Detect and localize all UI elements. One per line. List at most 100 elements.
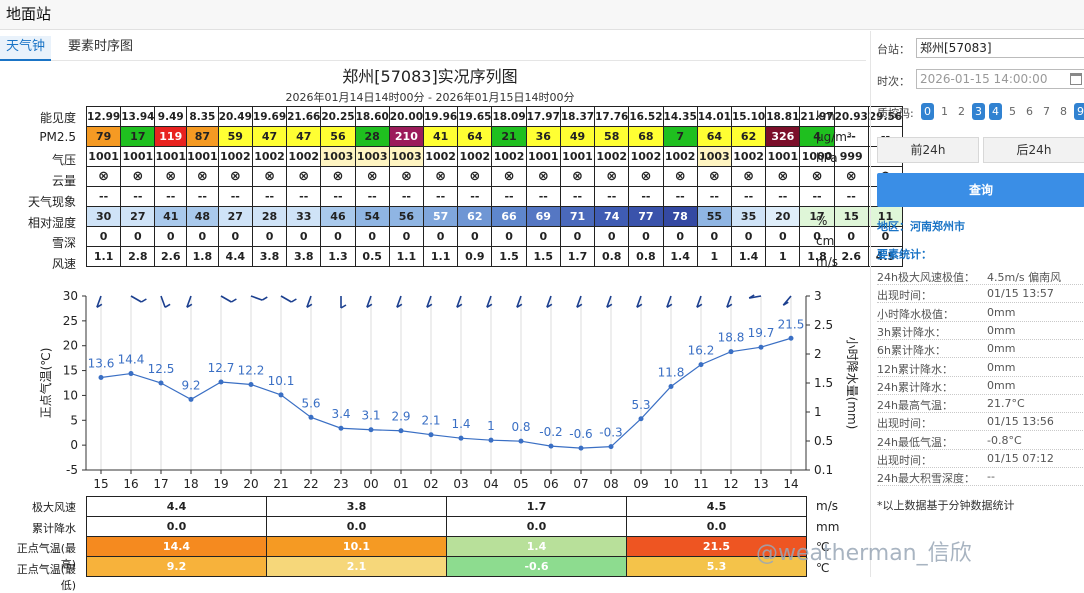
stat-divider bbox=[877, 393, 1083, 395]
stat-value: 0mm bbox=[987, 305, 1016, 319]
qc-code-2[interactable]: 2 bbox=[955, 103, 968, 120]
temperature-point bbox=[248, 381, 254, 387]
table-cell: 4.4 bbox=[217, 246, 253, 267]
temperature-point bbox=[518, 438, 524, 444]
stat-key: 6h累计降水： bbox=[877, 344, 946, 358]
x-tick-label: 16 bbox=[123, 477, 138, 491]
qc-code-5[interactable]: 5 bbox=[1006, 103, 1019, 120]
table-cell: -- bbox=[730, 186, 767, 207]
tab-weather-clock[interactable]: 天气钟 bbox=[0, 36, 52, 61]
qc-code-4[interactable]: 4 bbox=[989, 103, 1002, 120]
table-cell: 0 bbox=[833, 226, 869, 247]
table-cell: 14.4 bbox=[86, 536, 267, 557]
table-cell: -- bbox=[186, 186, 219, 207]
temperature-point bbox=[638, 416, 644, 422]
table-cell: 28 bbox=[251, 206, 288, 227]
table-cell: 1003 bbox=[696, 146, 732, 167]
y2-tick-label: 1 bbox=[814, 405, 822, 419]
temperature-label: 12.7 bbox=[208, 361, 235, 375]
table-cell: 1002 bbox=[217, 146, 253, 167]
table-row: 12.99 13.94 9.49 8.35 20.49 19.69 21.66 20.25 18… bbox=[85, 106, 904, 127]
qc-code-8[interactable]: 8 bbox=[1057, 103, 1070, 120]
x-tick-label: 05 bbox=[513, 477, 528, 491]
x-tick-label: 20 bbox=[243, 477, 258, 491]
table-cell: -- bbox=[120, 186, 156, 207]
qc-code-3[interactable]: 3 bbox=[972, 103, 985, 120]
y-tick-label: -5 bbox=[66, 463, 78, 477]
table-cell: 0 bbox=[662, 226, 698, 247]
temperature-point bbox=[128, 371, 134, 377]
qc-label: 质控码: bbox=[877, 107, 914, 120]
stat-key: 12h累计降水： bbox=[877, 362, 953, 376]
y2-axis-label: 小时降水量(mm) bbox=[845, 337, 859, 430]
table-cell: 1002 bbox=[422, 146, 459, 167]
table-cell: 17.97 bbox=[525, 106, 561, 127]
wind-barb bbox=[250, 295, 263, 301]
time-label: 时次： bbox=[877, 75, 910, 88]
summary-table: 4.4 3.8 1.7 4.5 0.0 0.0 0.0 0.0 14.4 10.1 1.4 21.5 9… bbox=[86, 496, 807, 577]
table-cell: 2.6 bbox=[833, 246, 869, 267]
table-cell: 1.8 bbox=[186, 246, 219, 267]
table-cell: 4.5 bbox=[626, 496, 807, 517]
table-cell: 14.01 bbox=[696, 106, 732, 127]
table-cell: 119 bbox=[154, 126, 188, 147]
table-cell: ⊗ bbox=[186, 166, 219, 187]
table-cell: 13.94 bbox=[120, 106, 156, 127]
table-cell: 48 bbox=[186, 206, 219, 227]
qc-code-7[interactable]: 7 bbox=[1040, 103, 1053, 120]
x-tick-label: 01 bbox=[393, 477, 408, 491]
stat-value: 0mm bbox=[987, 342, 1016, 356]
y-tick-label: 25 bbox=[63, 314, 78, 328]
query-button[interactable]: 查询 bbox=[877, 173, 1084, 207]
stat-divider bbox=[877, 284, 1083, 285]
qc-code-9[interactable]: 9 bbox=[1074, 103, 1084, 120]
tab-element-timeseries[interactable]: 要素时序图 bbox=[62, 36, 139, 61]
qc-code-6[interactable]: 6 bbox=[1023, 103, 1036, 120]
qc-code-1[interactable]: 1 bbox=[938, 103, 951, 120]
x-tick-label: 18 bbox=[183, 477, 198, 491]
table-cell: 0 bbox=[388, 226, 425, 247]
temperature-label: 21.5 bbox=[778, 317, 805, 331]
table-cell: 0.0 bbox=[266, 516, 447, 537]
time-field[interactable]: 2026-01-15 14:00:00 bbox=[916, 69, 1084, 89]
temperature-label: 3.1 bbox=[361, 409, 380, 423]
summary-grid: 4.4 3.8 1.7 4.5 0.0 0.0 0.0 0.0 14.4 10.1 1.4 21.5 9… bbox=[86, 496, 807, 577]
prev-24h-button[interactable]: 前24h bbox=[877, 137, 979, 163]
table-cell: 1001 bbox=[154, 146, 188, 167]
stat-divider bbox=[877, 338, 1083, 340]
table-cell: 1.4 bbox=[446, 536, 627, 557]
calendar-icon[interactable] bbox=[1070, 73, 1082, 85]
stat-value: 4.5m/s 偏南风 bbox=[987, 271, 1062, 284]
stat-key: 24h最低气温： bbox=[877, 435, 953, 449]
table-cell: 9.2 bbox=[86, 556, 267, 577]
table-cell: 3.8 bbox=[251, 246, 288, 267]
qc-code-0[interactable]: 0 bbox=[921, 103, 934, 120]
temperature-point bbox=[278, 392, 284, 398]
table-cell: 1001 bbox=[120, 146, 156, 167]
temperature-label: -0.2 bbox=[539, 425, 562, 439]
table-cell: 2.8 bbox=[120, 246, 156, 267]
stat-divider bbox=[877, 485, 1083, 487]
table-cell: 1002 bbox=[628, 146, 664, 167]
x-tick-label: 09 bbox=[633, 477, 648, 491]
table-cell: 56 bbox=[388, 206, 425, 227]
temperature-label: 0.8 bbox=[511, 420, 530, 434]
next-24h-button[interactable]: 后24h bbox=[983, 137, 1084, 163]
table-cell: 58 bbox=[594, 126, 630, 147]
table-cell: 1.1 bbox=[85, 246, 122, 267]
table-cell: 1.7 bbox=[559, 246, 596, 267]
station-field[interactable]: 郑州[57083] bbox=[916, 38, 1084, 58]
wind-barb bbox=[160, 295, 166, 308]
row-unit: km bbox=[816, 109, 835, 123]
y2-tick-label: 0.5 bbox=[814, 434, 833, 448]
table-cell: 47 bbox=[286, 126, 322, 147]
table-cell: 0 bbox=[286, 226, 322, 247]
footnote: *以上数据基于分钟数据统计 bbox=[877, 499, 1015, 512]
x-tick-label: 21 bbox=[273, 477, 288, 491]
temperature-point bbox=[578, 445, 584, 451]
table-cell: ⊗ bbox=[251, 166, 288, 187]
stat-divider bbox=[877, 412, 1083, 414]
table-cell: 1.7 bbox=[446, 496, 627, 517]
table-cell: 0 bbox=[457, 226, 493, 247]
table-cell: 49 bbox=[559, 126, 596, 147]
